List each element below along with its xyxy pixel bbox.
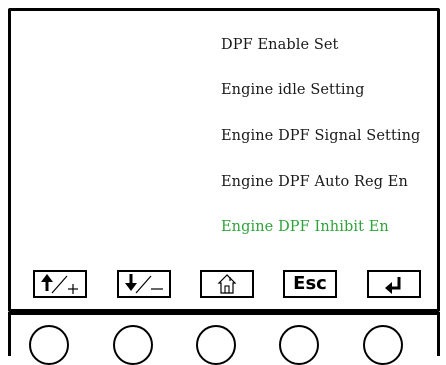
hardware-button-5[interactable] <box>363 325 403 365</box>
softkey-bar: Esc <box>11 263 437 303</box>
enter-softkey[interactable] <box>367 270 421 298</box>
hardware-button-4[interactable] <box>279 325 319 365</box>
menu-item-dpf-enable-set[interactable]: DPF Enable Set <box>221 37 338 53</box>
esc-label: Esc <box>293 273 327 294</box>
hardware-bezel <box>0 300 446 365</box>
menu-item-engine-dpf-auto-reg-en[interactable]: Engine DPF Auto Reg En <box>221 174 408 190</box>
lcd-screen: DPF Enable Set Engine idle Setting Engin… <box>8 8 440 312</box>
bezel-divider <box>8 312 440 315</box>
enter-return-icon <box>385 277 401 294</box>
bezel-right-edge <box>437 312 440 356</box>
menu-item-engine-idle-setting[interactable]: Engine idle Setting <box>221 82 364 98</box>
menu-item-engine-dpf-inhibit-en[interactable]: Engine DPF Inhibit En <box>221 219 389 235</box>
hardware-button-3[interactable] <box>196 325 236 365</box>
arrow-up-plus-icon <box>41 274 78 294</box>
up-plus-softkey[interactable] <box>33 270 87 298</box>
display-device: DPF Enable Set Engine idle Setting Engin… <box>0 0 446 365</box>
hardware-button-2[interactable] <box>113 325 153 365</box>
bezel-left-edge <box>8 312 11 356</box>
home-softkey[interactable] <box>200 270 254 298</box>
menu-item-engine-dpf-signal-setting[interactable]: Engine DPF Signal Setting <box>221 128 420 144</box>
hardware-button-1[interactable] <box>29 325 69 365</box>
arrow-down-minus-icon <box>125 274 163 294</box>
esc-softkey[interactable]: Esc <box>283 270 337 298</box>
down-minus-softkey[interactable] <box>117 270 171 298</box>
home-icon <box>217 274 237 294</box>
